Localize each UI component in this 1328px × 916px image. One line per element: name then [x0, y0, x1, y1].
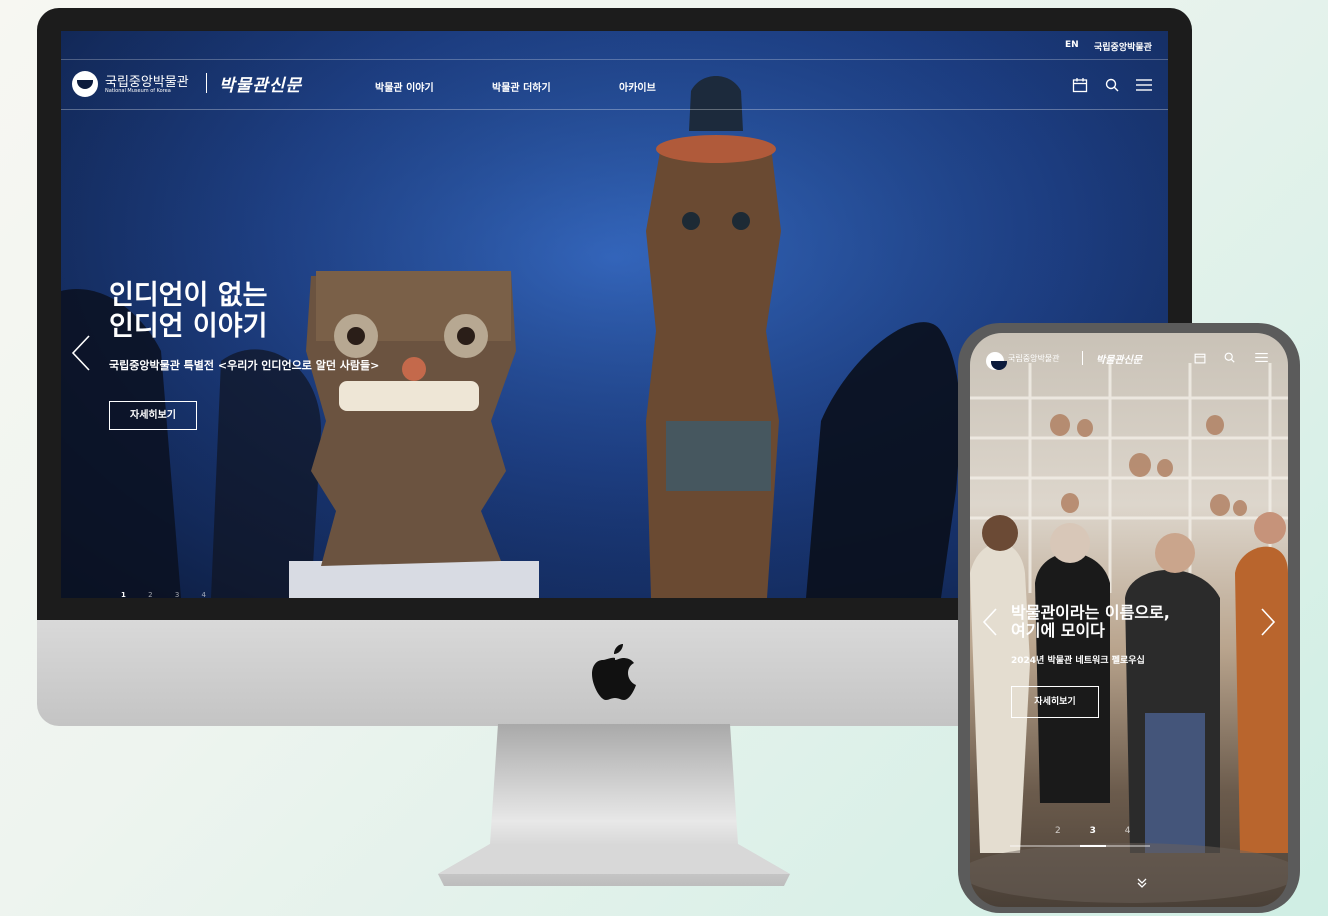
- brand-logo[interactable]: 박물관신문: [219, 71, 302, 96]
- hero-title-line1: 인디언이 없는: [109, 280, 268, 311]
- search-icon[interactable]: [1105, 78, 1119, 92]
- language-link[interactable]: EN: [1065, 40, 1079, 50]
- mobile-pager-item-2[interactable]: 2: [1055, 826, 1061, 836]
- mobile-calendar-icon[interactable]: [1194, 352, 1206, 364]
- hero-detail-button[interactable]: 자세히보기: [109, 401, 197, 430]
- utility-bar: EN 국립중앙박물관: [61, 31, 1168, 60]
- chevron-left-icon[interactable]: [71, 334, 91, 372]
- menu-item-extras[interactable]: 박물관 더하기: [492, 79, 551, 94]
- mobile-logo-name[interactable]: 국립중앙박물관: [1008, 353, 1060, 364]
- hero-subtitle: 국립중앙박물관 특별전 <우리가 인디언으로 알던 사람들>: [109, 359, 380, 372]
- mobile-brand-logo[interactable]: 박물관신문: [1096, 351, 1142, 366]
- hero-title-line2: 인디언 이야기: [109, 311, 268, 343]
- hero-title: 인디언이 없는 인디언 이야기: [109, 280, 267, 342]
- menu-item-archive[interactable]: 아카이브: [619, 79, 656, 94]
- mobile-pager-item-3[interactable]: 3: [1090, 826, 1096, 836]
- slide-pager: 1 2 3 4: [121, 591, 206, 598]
- mobile-pager-progress: [1080, 845, 1106, 847]
- museum-logo-icon[interactable]: [72, 71, 98, 97]
- mobile-hero-subtitle: 2024년 박물관 네트워크 펠로우십: [1011, 656, 1145, 666]
- mobile-hero-title-line1: 박물관이라는 이름으로,: [1011, 603, 1170, 622]
- pager-item-3[interactable]: 3: [175, 591, 179, 598]
- mobile-slide-pager: 2 3 4: [1055, 826, 1175, 836]
- logo-divider: [206, 73, 207, 93]
- mobile-logo-divider: [1082, 351, 1083, 365]
- mobile-logo-icon[interactable]: [986, 352, 1007, 370]
- apple-logo-icon: [592, 644, 636, 700]
- mobile-hero-title-line2: 여기에 모이다: [1011, 621, 1105, 641]
- mobile-hero-title: 박물관이라는 이름으로, 여기에 모이다: [1011, 603, 1170, 641]
- scroll-down-icon[interactable]: [1136, 877, 1148, 889]
- mobile-prev-arrow-icon[interactable]: [982, 607, 998, 637]
- menu-icon[interactable]: [1136, 78, 1152, 92]
- calendar-icon[interactable]: [1072, 77, 1088, 93]
- pager-item-1[interactable]: 1: [121, 591, 126, 598]
- pager-item-2[interactable]: 2: [148, 591, 152, 598]
- mobile-next-arrow-icon[interactable]: [1260, 607, 1276, 637]
- pager-item-4[interactable]: 4: [202, 591, 206, 598]
- menu-item-stories[interactable]: 박물관 이야기: [375, 79, 434, 94]
- mobile-screen: 국립중앙박물관 박물관신문 박물관이라는 이름으로, 여기에 모이다 2024년…: [970, 333, 1288, 907]
- main-nav: 국립중앙박물관 National Museum of Korea 박물관신문 박…: [61, 59, 1168, 110]
- imac-stand: [438, 724, 790, 886]
- museum-logo-english: National Museum of Korea: [105, 88, 171, 94]
- mobile-search-icon[interactable]: [1224, 352, 1235, 363]
- prev-slide-arrow[interactable]: [71, 334, 91, 381]
- mobile-hero-detail-button[interactable]: 자세히보기: [1011, 686, 1099, 718]
- museum-home-link[interactable]: 국립중앙박물관: [1094, 40, 1152, 53]
- mobile-menu-icon[interactable]: [1255, 352, 1268, 363]
- mobile-pager-item-4[interactable]: 4: [1125, 826, 1131, 836]
